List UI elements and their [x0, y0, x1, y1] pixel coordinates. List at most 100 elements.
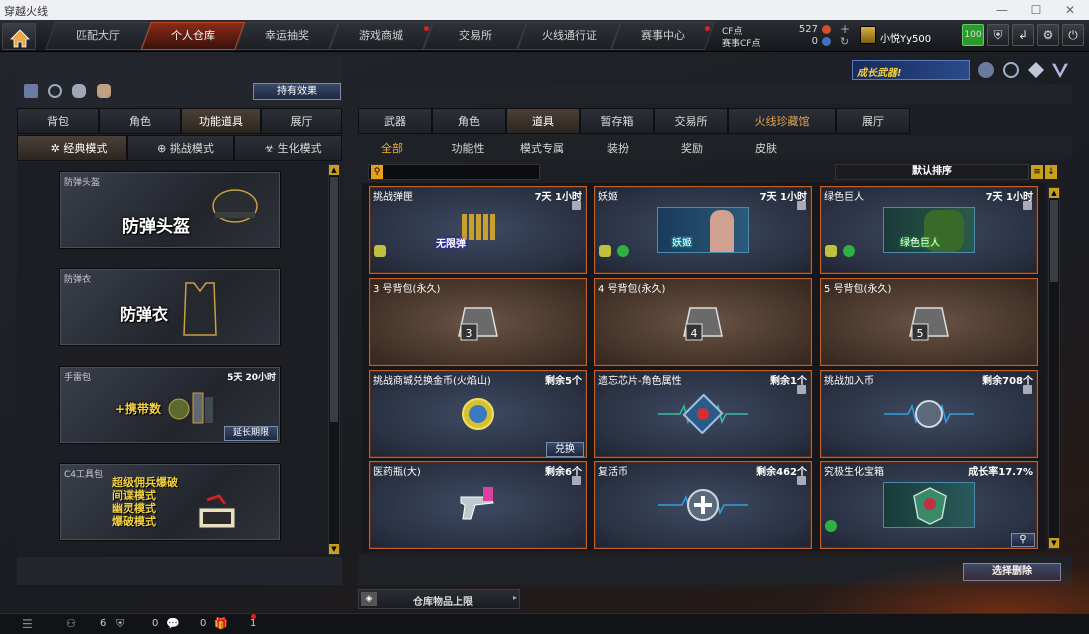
home-button[interactable] [2, 23, 36, 50]
scroll-thumb[interactable] [1050, 200, 1058, 282]
item-card[interactable]: 挑战商城兑换金币(火焰山) 剩余5个 兑换 [369, 370, 587, 458]
friends-icon[interactable]: ⚇ [66, 617, 76, 630]
left-tab-backpack[interactable]: 背包 [17, 108, 99, 134]
item-card[interactable]: 妖姬 7天 1小时 妖姬 [594, 186, 812, 274]
mode-challenge[interactable]: ⊕ 挑战模式 [127, 135, 234, 161]
add-cf-icon[interactable]: + [840, 22, 850, 36]
scroll-up-arrow[interactable]: ▲ [1049, 188, 1059, 198]
power-button[interactable]: ⏻ [1062, 24, 1084, 46]
window-title: 穿越火线 [4, 5, 48, 18]
notification-dot [251, 614, 256, 619]
item-helmet[interactable]: 防弹头盔 防弹头盔 [59, 171, 281, 249]
list-view-icon[interactable]: ≡ [1031, 165, 1043, 179]
scroll-down-arrow[interactable]: ▼ [329, 544, 339, 554]
search-input[interactable] [385, 165, 535, 179]
cf-value: 527 [798, 24, 818, 35]
right-tab-weapons[interactable]: 武器 [358, 108, 432, 134]
item-card[interactable]: 医药瓶(大) 剩余6个 [369, 461, 587, 549]
subtab-mode-exclusive[interactable]: 模式专属 [512, 140, 572, 156]
left-scrollbar[interactable]: ▲ ▼ [328, 164, 340, 555]
settings-button[interactable]: ⚙ [1037, 24, 1059, 46]
gun-tag-icon [825, 245, 837, 257]
growth-weapon-banner[interactable]: 成长武器! [852, 60, 970, 80]
right-tab-character[interactable]: 角色 [432, 108, 506, 134]
subtab-skin[interactable]: 皮肤 [736, 140, 796, 156]
item-card[interactable]: 3 号背包(永久) 3 [369, 278, 587, 366]
scroll-down-arrow[interactable]: ▼ [1049, 538, 1059, 548]
close-button[interactable]: ✕ [1053, 0, 1087, 20]
left-tab-function-items[interactable]: 功能道具 [181, 108, 261, 134]
sort-dropdown[interactable]: 默认排序 [835, 164, 1029, 180]
character-icon[interactable] [24, 84, 38, 98]
lock-icon [797, 476, 806, 485]
svg-text:5: 5 [917, 327, 924, 340]
right-tab-exchange[interactable]: 交易所 [654, 108, 728, 134]
right-tab-showroom[interactable]: 展厅 [836, 108, 910, 134]
search-box[interactable]: ⚲ [368, 164, 540, 180]
item-grenade-pack[interactable]: 手雷包 5天 20小时 +携带数 延长期限 [59, 366, 281, 444]
lock-icon [1023, 385, 1032, 394]
sort-order-icon[interactable]: ↓ [1045, 165, 1057, 179]
treasure-box-image [883, 482, 975, 528]
nav-tab-lucky-draw[interactable]: 幸运抽奖 [234, 22, 340, 50]
item-card[interactable]: 4 号背包(永久) 4 [594, 278, 812, 366]
extend-expiry-button[interactable]: 延长期限 [224, 426, 278, 441]
bag-icon[interactable] [97, 84, 111, 98]
item-card[interactable]: 复活币 剩余462个 [594, 461, 812, 549]
grenade-icon[interactable] [72, 84, 86, 98]
chat-count: 0 [200, 618, 207, 629]
right-tab-storage[interactable]: 暂存箱 [580, 108, 654, 134]
right-top-strip [358, 84, 1072, 104]
item-armor[interactable]: 防弹衣 防弹衣 [59, 268, 281, 346]
nav-tab-exchange[interactable]: 交易所 [422, 22, 528, 50]
select-delete-button[interactable]: 选择删除 [963, 563, 1061, 581]
subtab-functional[interactable]: 功能性 [438, 140, 498, 156]
item-card[interactable]: 绿色巨人 7天 1小时 绿色巨人 [820, 186, 1038, 274]
hold-effect-button[interactable]: 持有效果 [253, 83, 341, 100]
item-card[interactable]: 挑战加入币 剩余708个 [820, 370, 1038, 458]
minimize-button[interactable]: — [985, 0, 1019, 20]
subtab-cosmetic[interactable]: 装扮 [588, 140, 648, 156]
exchange-button[interactable]: 兑换 [546, 442, 584, 457]
nav-tab-event-center[interactable]: 赛事中心 [610, 22, 716, 50]
item-card[interactable]: 遗忘芯片-角色属性 剩余1个 [594, 370, 812, 458]
right-tab-collection[interactable]: 火线珍藏馆 [728, 108, 836, 134]
maximize-button[interactable]: ☐ [1019, 0, 1053, 20]
menu-icon[interactable]: ☰ [22, 617, 33, 631]
nav-tab-personal-warehouse[interactable]: 个人仓库 [140, 22, 246, 50]
subtab-all[interactable]: 全部 [364, 140, 420, 156]
clan-icon[interactable]: ⛨ [116, 617, 124, 631]
challenge-mode-icon: ⊕ [157, 142, 170, 155]
left-tab-showroom[interactable]: 展厅 [261, 108, 342, 134]
right-tab-items[interactable]: 道具 [506, 108, 580, 134]
left-tab-character[interactable]: 角色 [99, 108, 181, 134]
rank-icon[interactable] [978, 62, 994, 78]
mode-zombie[interactable]: ☣ 生化模式 [234, 135, 342, 161]
item-card[interactable]: 5 号背包(永久) 5 [820, 278, 1038, 366]
nav-tab-game-store[interactable]: 游戏商城 [328, 22, 434, 50]
mode-classic[interactable]: ✲ 经典模式 [17, 135, 127, 161]
username[interactable]: 小悦Yy500 [880, 30, 931, 45]
character-portrait: 妖姬 [657, 207, 749, 253]
nav-tab-battle-pass[interactable]: 火线通行证 [516, 22, 622, 50]
inspect-button[interactable]: ⚲ [1011, 533, 1035, 547]
scroll-thumb[interactable] [330, 177, 338, 422]
warehouse-capacity[interactable]: ◈ 仓库物品上限 ▸ [358, 589, 520, 609]
exit-button[interactable]: ↲ [1012, 24, 1034, 46]
refresh-icon[interactable]: ↻ [840, 35, 849, 48]
item-card[interactable]: 究极生化宝箱 成长率17.7% ⚲ [820, 461, 1038, 549]
item-time: 5天 20小时 [227, 373, 276, 383]
gift-icon[interactable]: 🎁 [214, 617, 228, 630]
level-badge[interactable]: 100 [962, 24, 984, 46]
magnifier-icon: ⚲ [1019, 534, 1027, 545]
cycle-icon[interactable] [48, 84, 62, 98]
item-card[interactable]: 挑战弹匣 7天 1小时 无限弹 [369, 186, 587, 274]
scroll-up-arrow[interactable]: ▲ [329, 165, 339, 175]
item-c4-toolkit[interactable]: C4工具包 超级佣兵爆破 间谍模式 幽灵模式 爆破模式 [59, 463, 281, 541]
right-scrollbar[interactable]: ▲ ▼ [1048, 187, 1060, 549]
chat-icon[interactable]: 💬 [166, 617, 180, 630]
target-icon[interactable] [1003, 62, 1019, 78]
subtab-reward[interactable]: 奖励 [662, 140, 722, 156]
nav-tab-match-lobby[interactable]: 匹配大厅 [44, 22, 152, 50]
shield-button[interactable]: ⛨ [987, 24, 1009, 46]
